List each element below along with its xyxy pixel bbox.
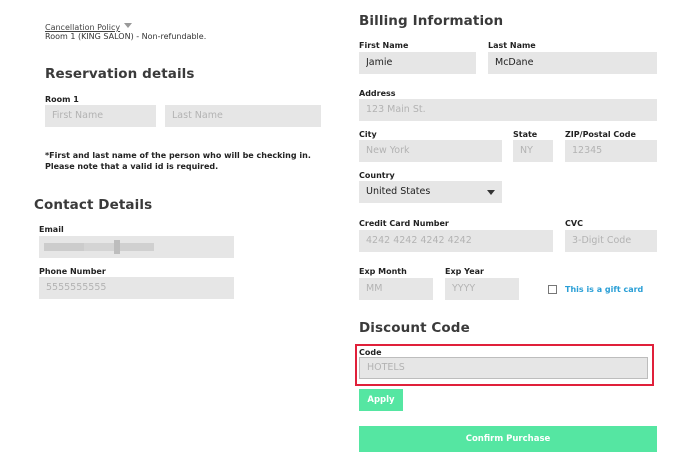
city-label: City bbox=[359, 130, 377, 139]
discount-title: Discount Code bbox=[359, 320, 470, 336]
zip-input[interactable] bbox=[565, 140, 657, 162]
country-value: United States bbox=[366, 186, 431, 197]
redacted-email bbox=[84, 243, 114, 251]
apply-button[interactable]: Apply bbox=[359, 389, 403, 411]
email-label: Email bbox=[39, 225, 64, 234]
guest-last-name-input[interactable] bbox=[165, 105, 321, 127]
chevron-down-icon bbox=[487, 190, 495, 195]
address-label: Address bbox=[359, 89, 396, 98]
room-label: Room 1 bbox=[45, 95, 79, 104]
cancellation-policy-link[interactable]: Cancellation Policy bbox=[45, 23, 120, 32]
city-input[interactable] bbox=[359, 140, 502, 162]
cvc-input[interactable] bbox=[565, 230, 657, 252]
exp-year-label: Exp Year bbox=[445, 267, 484, 276]
exp-year-input[interactable] bbox=[445, 278, 519, 300]
exp-month-input[interactable] bbox=[359, 278, 433, 300]
address-input[interactable] bbox=[359, 99, 657, 121]
room-note: Room 1 (KING SALON) - Non-refundable. bbox=[45, 32, 207, 41]
state-label: State bbox=[513, 130, 538, 139]
redacted-email bbox=[44, 243, 84, 251]
cc-label: Credit Card Number bbox=[359, 219, 449, 228]
billing-first-name-label: First Name bbox=[359, 41, 409, 50]
billing-last-name-label: Last Name bbox=[488, 41, 536, 50]
gift-card-label[interactable]: This is a gift card bbox=[565, 285, 643, 294]
checkin-note: *First and last name of the person who w… bbox=[45, 151, 311, 171]
email-field[interactable] bbox=[39, 236, 234, 258]
phone-label: Phone Number bbox=[39, 267, 106, 276]
billing-title: Billing Information bbox=[359, 13, 504, 29]
phone-input[interactable] bbox=[39, 277, 234, 299]
billing-last-name-input[interactable] bbox=[488, 52, 657, 74]
country-select[interactable]: United States bbox=[359, 181, 502, 203]
cvc-label: CVC bbox=[565, 219, 583, 228]
contact-title: Contact Details bbox=[34, 197, 153, 213]
country-label: Country bbox=[359, 171, 395, 180]
redacted-email bbox=[120, 243, 154, 251]
billing-first-name-input[interactable] bbox=[359, 52, 476, 74]
discount-code-input[interactable] bbox=[359, 357, 648, 379]
gift-card-checkbox[interactable] bbox=[548, 285, 557, 294]
discount-code-label: Code bbox=[359, 348, 382, 357]
state-input[interactable] bbox=[513, 140, 553, 162]
reservation-title: Reservation details bbox=[45, 66, 195, 82]
chevron-down-icon bbox=[124, 23, 133, 28]
zip-label: ZIP/Postal Code bbox=[565, 130, 636, 139]
confirm-purchase-button[interactable]: Confirm Purchase bbox=[359, 426, 657, 452]
credit-card-input[interactable] bbox=[359, 230, 553, 252]
guest-first-name-input[interactable] bbox=[45, 105, 156, 127]
exp-month-label: Exp Month bbox=[359, 267, 407, 276]
